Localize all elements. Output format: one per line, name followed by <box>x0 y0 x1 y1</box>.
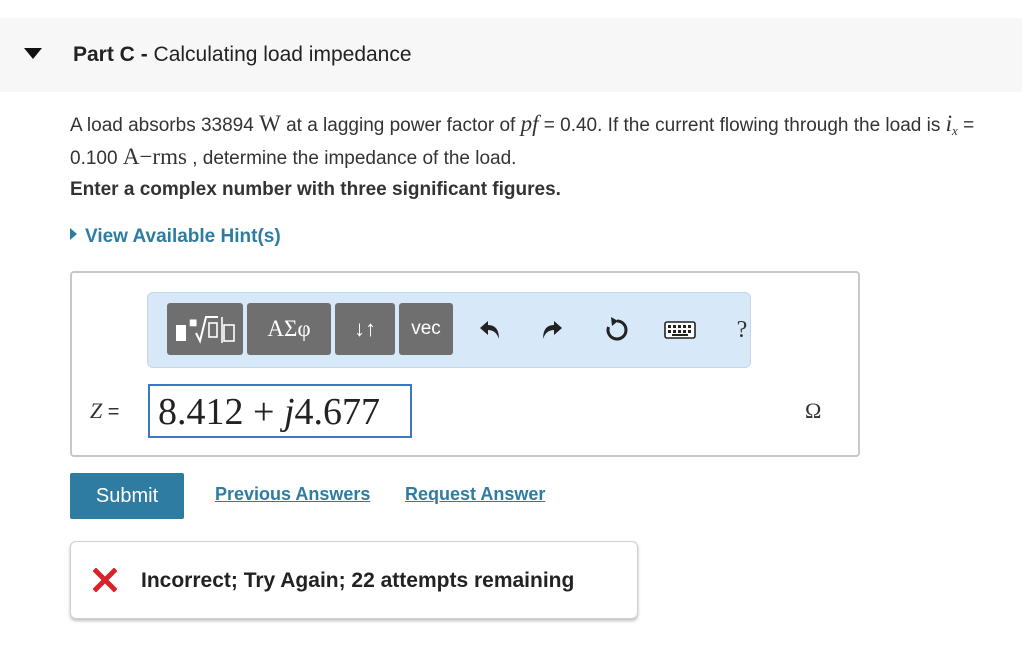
request-answer-link[interactable]: Request Answer <box>405 484 545 505</box>
feedback-box: Incorrect; Try Again; 22 attempts remain… <box>70 541 638 619</box>
answer-unit: Ω <box>805 398 822 423</box>
caret-right-icon <box>70 228 77 240</box>
instructions: Enter a complex number with three signif… <box>70 179 561 200</box>
answer-j-symbol: j <box>283 391 295 433</box>
answer-box: ■ ΑΣφ ↓↑ vec ? Z = 8.412 + j4.677 Ω <box>70 271 860 457</box>
keyboard-icon <box>664 321 696 339</box>
help-button[interactable]: ? <box>724 313 760 347</box>
problem-text-3: = 0.40. If the current flowing through t… <box>538 115 946 136</box>
answer-real-part: 8.412 + <box>158 391 284 433</box>
svg-text:■: ■ <box>189 314 197 330</box>
vector-button[interactable]: vec <box>399 303 453 355</box>
submit-button[interactable]: Submit <box>70 473 184 519</box>
equals-sign: = <box>102 401 120 423</box>
reset-button[interactable] <box>599 313 635 347</box>
keyboard-button[interactable] <box>662 313 698 347</box>
part-header[interactable]: Part C - Calculating load impedance <box>0 18 1022 92</box>
answer-input[interactable]: 8.412 + j4.677 <box>148 384 412 438</box>
answer-variable: Z <box>90 398 103 423</box>
power-unit: W <box>259 111 281 136</box>
current-unit: A−rms <box>122 144 187 169</box>
redo-icon <box>543 321 562 339</box>
reset-icon <box>606 317 628 341</box>
greek-symbols-button[interactable]: ΑΣφ <box>247 303 331 355</box>
undo-icon <box>480 321 499 339</box>
answer-variable-label: Z = <box>90 398 120 424</box>
view-hints-label: View Available Hint(s) <box>85 226 281 247</box>
feedback-message: Incorrect; Try Again; 22 attempts remain… <box>141 569 575 592</box>
collapse-triangle-icon[interactable] <box>24 48 42 59</box>
math-toolbar: ■ ΑΣφ ↓↑ vec ? <box>147 292 751 368</box>
part-separator: - <box>134 43 154 66</box>
part-title-text: Calculating load impedance <box>153 43 412 66</box>
problem-statement: A load absorbs 33894 W at a lagging powe… <box>70 111 1010 172</box>
answer-imag-part: 4.677 <box>294 391 381 433</box>
redo-button[interactable] <box>533 313 569 347</box>
problem-text-5: , determine the impedance of the load. <box>186 148 517 169</box>
view-hints-link[interactable]: View Available Hint(s) <box>70 226 281 248</box>
templates-icon: ■ <box>176 314 235 344</box>
previous-answers-link[interactable]: Previous Answers <box>215 484 370 505</box>
part-title: Part C - Calculating load impedance <box>73 43 412 67</box>
problem-text-1: A load absorbs 33894 <box>70 115 260 136</box>
arrows-button[interactable]: ↓↑ <box>335 303 395 355</box>
error-x-icon <box>93 568 117 592</box>
part-label: Part C <box>73 43 135 66</box>
templates-button[interactable]: ■ <box>167 303 243 355</box>
pf-symbol: pf <box>520 111 539 136</box>
problem-text-2: at a lagging power factor of <box>280 115 521 136</box>
undo-button[interactable] <box>473 313 509 347</box>
